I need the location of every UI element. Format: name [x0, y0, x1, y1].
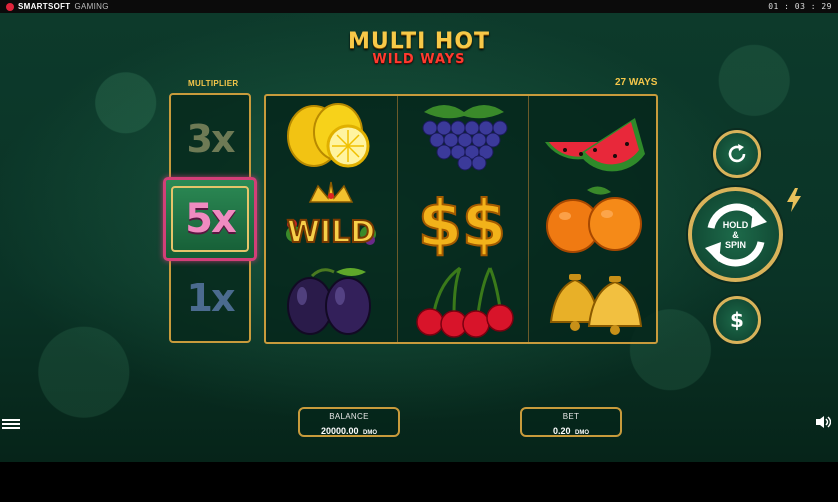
multiplier-label: MULTIPLIER	[188, 79, 239, 88]
double-dollar-icon: $ $	[417, 187, 508, 258]
grapes-icon	[422, 105, 508, 171]
brand-logo-icon	[6, 2, 14, 11]
balance-value: 20000.00	[321, 426, 359, 436]
symbol-plum	[266, 260, 396, 342]
reel-2: $ $	[397, 96, 527, 342]
hold-label: HOLD	[722, 219, 749, 230]
spin-label: SPIN	[724, 239, 746, 250]
bet-currency: DMO	[574, 430, 589, 436]
balance-panel: BALANCE 20000.00 DMO	[298, 407, 400, 437]
orange-icon	[546, 186, 642, 253]
symbol-watermelon	[529, 96, 659, 178]
multiplier-value: 3x	[186, 117, 236, 161]
cherry-icon	[416, 266, 514, 338]
bet-label: BET	[562, 412, 580, 421]
svg-text:$: $	[418, 188, 463, 258]
svg-text:$: $	[462, 188, 507, 258]
refresh-icon	[728, 144, 746, 163]
reel-1: WILD	[266, 96, 396, 342]
wild-icon: WILD	[286, 181, 376, 251]
hold-and-spin-button[interactable]: HOLD & SPIN	[688, 187, 783, 282]
symbol-bell	[529, 260, 659, 342]
symbol-grapes	[398, 96, 528, 178]
symbol-dollar: $ $	[398, 178, 528, 260]
balance-label: BALANCE	[329, 412, 369, 421]
brand-name: SMARTSOFT	[18, 2, 71, 11]
speaker-glyph	[816, 416, 832, 428]
reel-3	[528, 96, 658, 342]
game-title-line1: MULTI HOT	[347, 29, 491, 54]
top-bar: SMARTSOFT GAMING 01 : 03 : 29	[0, 0, 838, 13]
game-title: MULTI HOT WILD WAYS	[0, 31, 838, 67]
symbol-lemon	[266, 96, 396, 178]
balance-currency: DMO	[363, 430, 377, 436]
bell-icon	[549, 274, 643, 335]
plum-icon	[287, 268, 371, 335]
lightning-glyph	[787, 188, 801, 212]
hold-and-spin-label: HOLD & SPIN	[723, 220, 749, 250]
symbol-orange	[529, 178, 659, 260]
brand-suffix: GAMING	[74, 2, 109, 11]
bottom-bar	[0, 462, 838, 502]
brand: SMARTSOFT GAMING	[6, 2, 109, 11]
wild-text: WILD	[287, 215, 375, 250]
bet-value: 0.20	[553, 426, 571, 436]
game-title-line2: WILD WAYS	[372, 52, 466, 67]
symbol-cherry	[398, 260, 528, 342]
hamburger-menu-icon[interactable]	[2, 417, 20, 431]
game-area: MULTI HOT WILD WAYS MULTIPLIER 27 WAYS 3…	[0, 13, 838, 462]
multiplier-active-value: 5x	[171, 186, 249, 252]
reels-grid: WILD $ $	[264, 94, 658, 344]
svg-text:$: $	[730, 308, 744, 332]
dollar-icon: $	[730, 308, 744, 332]
symbol-wild: WILD	[266, 178, 396, 260]
autoplay-button[interactable]	[713, 130, 761, 178]
clock: 01 : 03 : 29	[768, 2, 832, 11]
watermelon-icon	[545, 118, 645, 172]
multiplier-active: 5x	[163, 177, 257, 261]
bet-panel[interactable]: BET 0.20 DMO	[520, 407, 622, 437]
ampersand-label: &	[732, 229, 739, 240]
lightning-icon[interactable]	[785, 188, 803, 218]
speaker-icon[interactable]	[815, 415, 832, 429]
buy-bonus-button[interactable]: $	[713, 296, 761, 344]
lemon-icon	[287, 103, 370, 168]
multiplier-value: 1x	[186, 276, 236, 320]
ways-label: 27 WAYS	[615, 77, 658, 88]
